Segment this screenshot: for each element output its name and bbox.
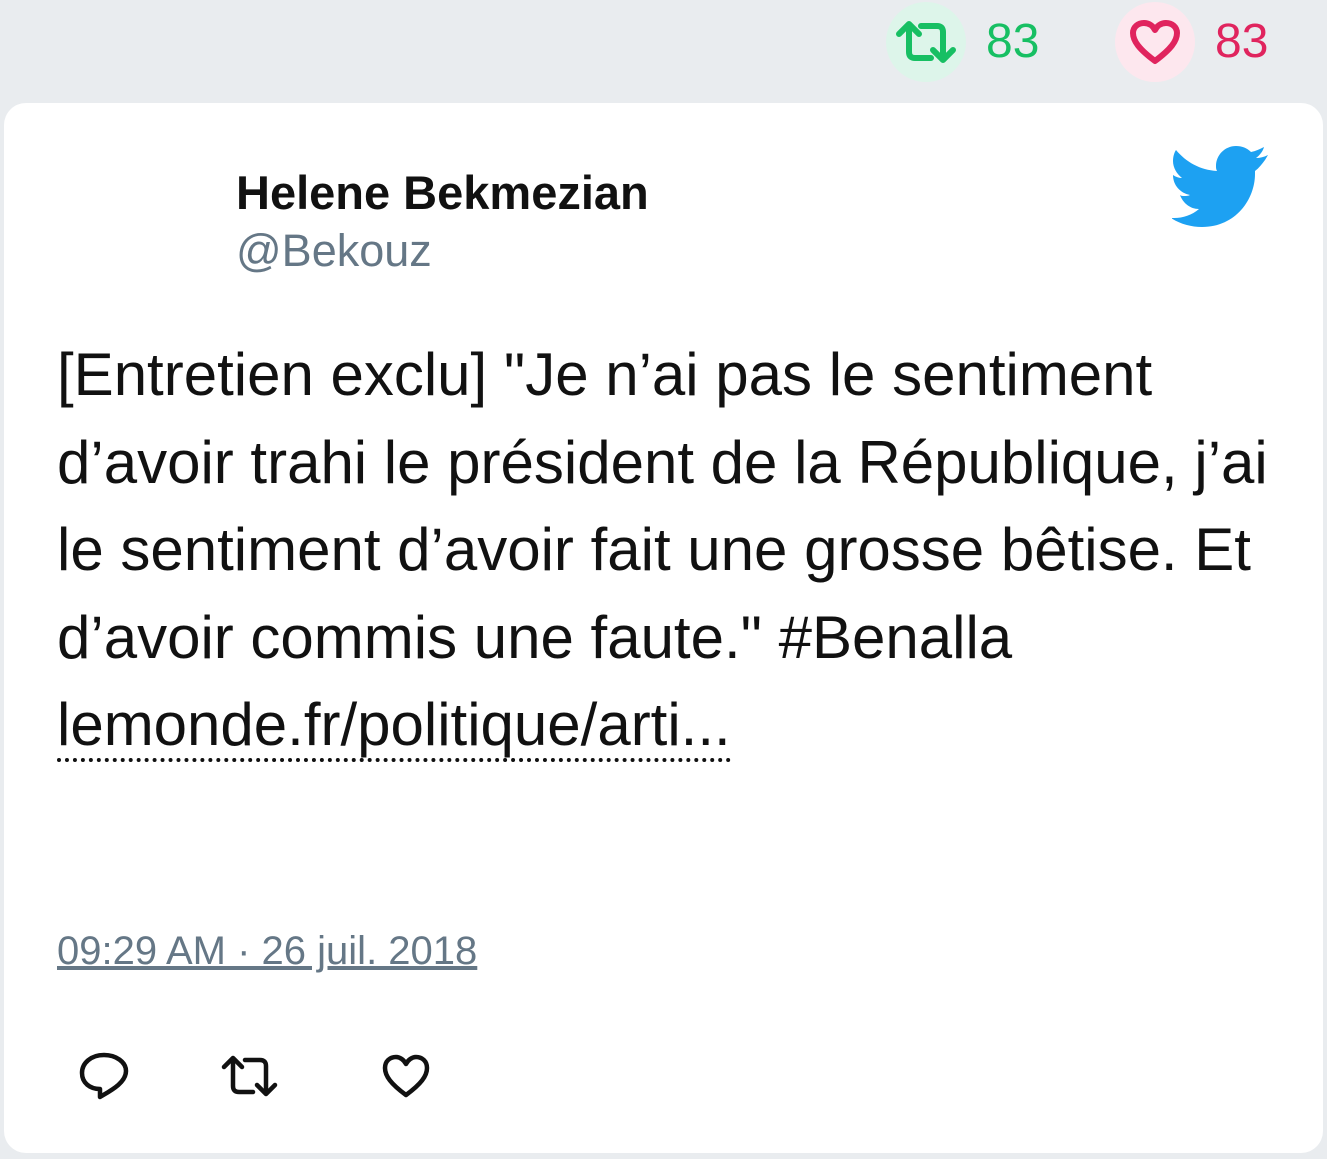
tweet-timestamp[interactable]: 09:29 AM · 26 juil. 2018	[57, 929, 477, 974]
author-name[interactable]: Helene Bekmezian	[236, 165, 649, 221]
heart-icon[interactable]	[381, 1053, 431, 1104]
author-handle[interactable]: @Bekouz	[236, 223, 649, 279]
retweet-icon[interactable]	[219, 1054, 281, 1103]
like-stat[interactable]: 83	[1115, 2, 1268, 82]
retweet-icon[interactable]	[886, 2, 966, 82]
tweet-author[interactable]: Helene Bekmezian @Bekouz	[236, 165, 649, 279]
retweet-button[interactable]	[220, 1048, 280, 1108]
tweet-text: [Entretien exclu] "Je n’ai pas le sentim…	[57, 341, 1268, 671]
like-count: 83	[1215, 15, 1269, 68]
heart-icon[interactable]	[1115, 2, 1195, 82]
engagement-stats: 83 83	[0, 0, 1327, 100]
reply-button[interactable]	[74, 1048, 134, 1108]
retweet-count: 83	[986, 15, 1040, 68]
tweet-text-block: [Entretien exclu] "Je n’ai pas le sentim…	[57, 331, 1297, 769]
tweet-link[interactable]: lemonde.fr/politique/arti...	[57, 692, 731, 762]
twitter-bird-icon[interactable]	[1171, 145, 1272, 229]
retweet-stat[interactable]: 83	[886, 2, 1039, 82]
tweet-card: Helene Bekmezian @Bekouz [Entretien excl…	[4, 103, 1323, 1153]
like-button[interactable]	[376, 1048, 436, 1108]
reply-icon[interactable]	[78, 1051, 130, 1106]
